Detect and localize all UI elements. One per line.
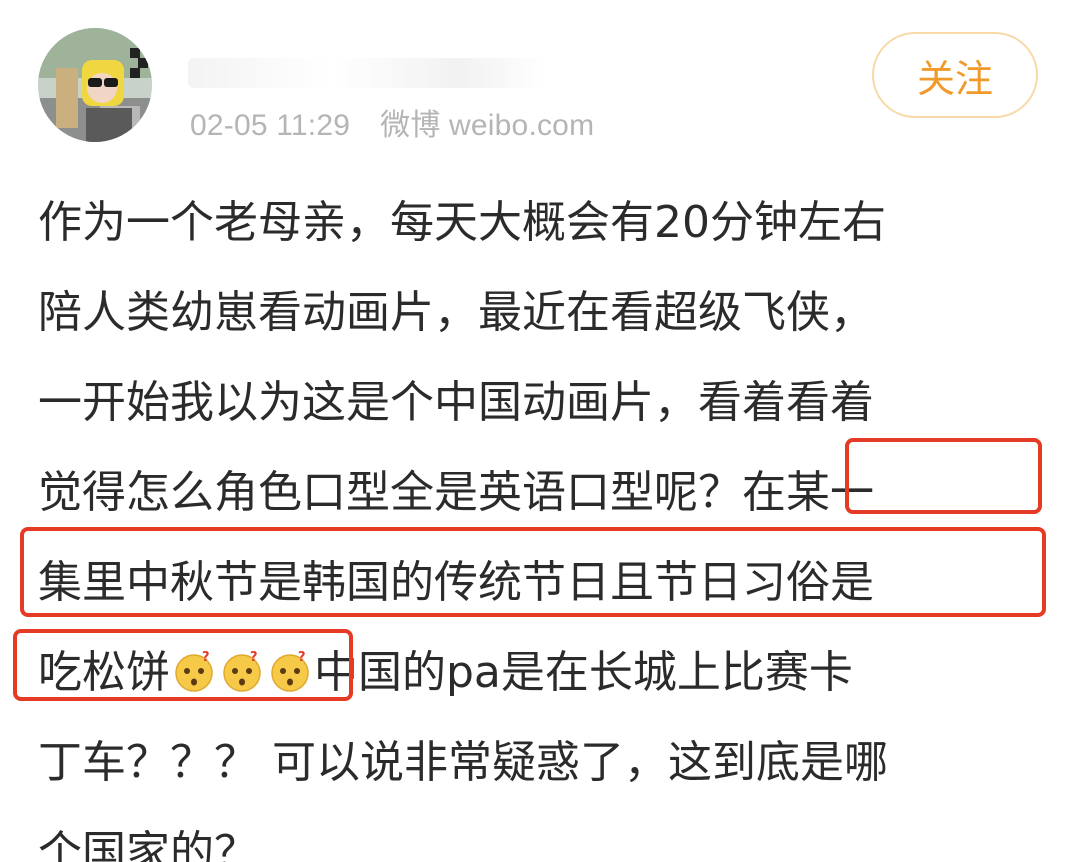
doubt-face-emoji-icon: ? (220, 649, 264, 693)
post-line-8: 个国家的？ (38, 827, 258, 862)
post-line-6: 吃松饼 ? ? ? 中国的pa是在长城上比赛卡 (38, 628, 1038, 718)
avatar[interactable] (38, 28, 152, 142)
post-line-3: 一开始我以为这是个中国动画片，看着看着 (38, 377, 874, 428)
svg-text:?: ? (202, 650, 210, 665)
post-timestamp: 02-05 11:29 (190, 109, 351, 142)
emoji-group: ? ? ? (172, 649, 312, 693)
post-line-6-end: 中国的pa是在长城上比赛卡 (314, 647, 853, 698)
post-line-4: 觉得怎么角色口型全是英语口型呢？在某一 (38, 467, 874, 518)
post-line-5: 集里中秋节是韩国的传统节日且节日习俗是 (38, 557, 874, 608)
post-source[interactable]: 微博 weibo.com (380, 109, 594, 142)
doubt-face-emoji-icon: ? (172, 649, 216, 693)
follow-button[interactable]: 关注 (872, 32, 1038, 118)
post-meta: 02-05 11:29 微博 weibo.com (190, 100, 594, 144)
user-avatar-icon (38, 28, 152, 142)
username-redacted (188, 58, 548, 88)
svg-text:?: ? (250, 650, 258, 665)
post-line-6-start: 吃松饼 (38, 647, 170, 698)
svg-text:?: ? (298, 650, 306, 665)
doubt-face-emoji-icon: ? (268, 649, 312, 693)
post-line-2: 陪人类幼崽看动画片，最近在看超级飞侠， (38, 287, 874, 338)
post-body: 作为一个老母亲，每天大概会有20分钟左右 陪人类幼崽看动画片，最近在看超级飞侠，… (38, 178, 1038, 862)
post-line-7: 丁车？？？ 可以说非常疑惑了，这到底是哪 (38, 737, 888, 788)
post-line-1: 作为一个老母亲，每天大概会有20分钟左右 (38, 197, 886, 248)
